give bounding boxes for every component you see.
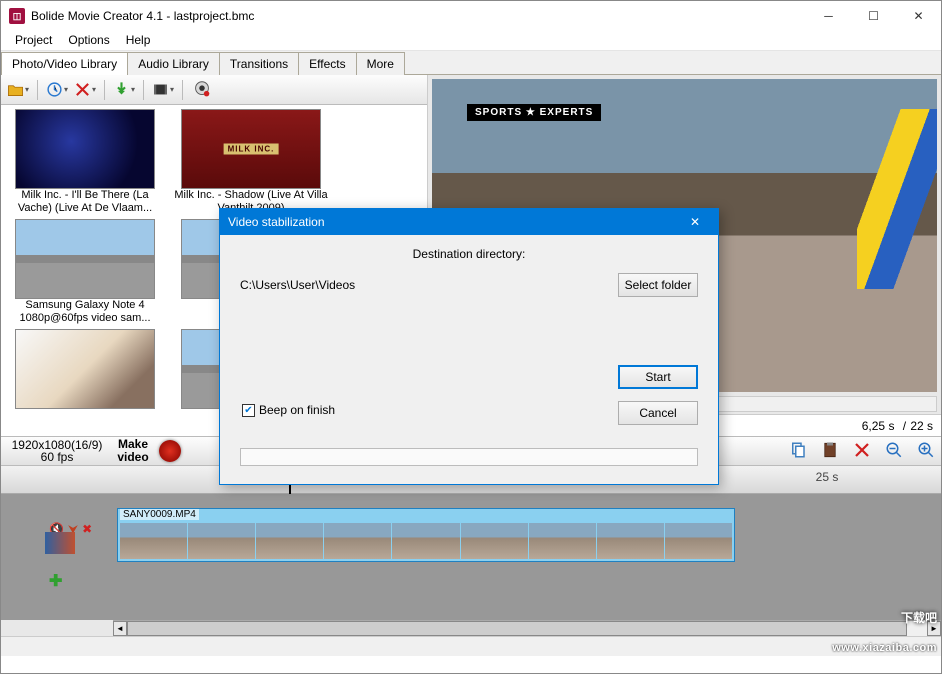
thumbnail-image — [15, 219, 155, 299]
thumbnail-image — [15, 109, 155, 189]
menu-bar: Project Options Help — [1, 31, 941, 51]
timeline: 5 s 10 s 15 s 20 s 25 s 🔇 ⮟ ✖ SANY0009.M… — [1, 466, 941, 636]
window-controls: ─ ☐ ✕ — [806, 1, 941, 31]
checkbox-icon: ✔ — [242, 404, 255, 417]
tab-effects[interactable]: Effects — [298, 52, 356, 75]
add-media-button[interactable] — [7, 79, 29, 101]
close-button[interactable]: ✕ — [896, 1, 941, 31]
start-button[interactable]: Start — [618, 365, 698, 389]
library-item[interactable] — [5, 329, 165, 409]
menu-project[interactable]: Project — [7, 31, 60, 50]
select-folder-button[interactable]: Select folder — [618, 273, 698, 297]
current-time: 6,25 s — [862, 419, 895, 433]
library-item[interactable]: Samsung Galaxy Note 4 1080p@60fps video … — [5, 219, 165, 327]
timeline-tools — [789, 441, 935, 462]
watermark: 下载吧 www.xiazaiba.com — [832, 595, 937, 663]
paste-button[interactable] — [821, 441, 839, 462]
add-track-row: ✚ — [1, 570, 941, 592]
thumbnail-image — [15, 329, 155, 409]
destination-path: C:\Users\User\Videos — [240, 278, 618, 292]
progress-bar — [240, 448, 698, 466]
separator — [182, 80, 183, 100]
tab-transitions[interactable]: Transitions — [219, 52, 299, 75]
beep-label: Beep on finish — [259, 403, 335, 417]
make-video-button[interactable]: Make video — [107, 438, 159, 464]
copy-button[interactable] — [789, 441, 807, 462]
beep-checkbox[interactable]: ✔ Beep on finish — [242, 403, 335, 417]
dialog-close-button[interactable]: ✕ — [680, 215, 710, 229]
timeline-scrollbar[interactable]: ◄ ► — [113, 620, 941, 636]
download-button[interactable] — [113, 79, 135, 101]
tab-audio[interactable]: Audio Library — [127, 52, 220, 75]
library-toolbar — [1, 75, 427, 105]
video-track: 🔇 ⮟ ✖ SANY0009.MP4 — [1, 500, 941, 558]
status-bar — [1, 636, 941, 656]
menu-options[interactable]: Options — [60, 31, 117, 50]
scroll-left-button[interactable]: ◄ — [113, 621, 127, 636]
timeline-body[interactable]: 🔇 ⮟ ✖ SANY0009.MP4 ✚ — [1, 494, 941, 620]
maximize-button[interactable]: ☐ — [851, 1, 896, 31]
dialog-titlebar[interactable]: Video stabilization ✕ — [220, 209, 718, 235]
window-titlebar: ◫ Bolide Movie Creator 4.1 - lastproject… — [1, 1, 941, 31]
window-title: Bolide Movie Creator 4.1 - lastproject.b… — [31, 9, 254, 23]
zoom-out-button[interactable] — [885, 441, 903, 462]
separator — [104, 80, 105, 100]
separator — [143, 80, 144, 100]
project-resolution: 1920x1080(16/9) 60 fps — [7, 439, 107, 463]
total-time: 22 s — [910, 419, 933, 433]
remove-track-icon[interactable]: ✖ — [82, 522, 92, 536]
recent-button[interactable] — [46, 79, 68, 101]
library-item[interactable]: Milk Inc. - Shadow (Live At Villa Vanthi… — [171, 109, 331, 217]
zoom-in-button[interactable] — [917, 441, 935, 462]
library-item[interactable]: Milk Inc. - I'll Be There (La Vache) (Li… — [5, 109, 165, 217]
video-stabilization-dialog: Video stabilization ✕ Destination direct… — [219, 208, 719, 485]
library-tabs: Photo/Video Library Audio Library Transi… — [1, 51, 941, 75]
delete-button[interactable] — [74, 79, 96, 101]
delete-timeline-button[interactable] — [853, 441, 871, 462]
thumbnail-caption: Milk Inc. - I'll Be There (La Vache) (Li… — [5, 189, 165, 217]
webcam-button[interactable] — [191, 79, 213, 101]
thumbnail-caption: Samsung Galaxy Note 4 1080p@60fps video … — [5, 299, 165, 327]
track-type-icon — [45, 532, 75, 554]
menu-help[interactable]: Help — [118, 31, 159, 50]
film-button[interactable] — [152, 79, 174, 101]
tab-more[interactable]: More — [356, 52, 405, 75]
destination-label: Destination directory: — [240, 247, 698, 261]
dialog-title: Video stabilization — [228, 215, 325, 229]
clip-frames — [120, 523, 732, 559]
add-track-button[interactable]: ✚ — [49, 571, 62, 591]
separator — [37, 80, 38, 100]
record-button[interactable] — [159, 440, 181, 462]
app-icon: ◫ — [9, 8, 25, 24]
cancel-button[interactable]: Cancel — [618, 401, 698, 425]
clip-label: SANY0009.MP4 — [120, 509, 199, 520]
minimize-button[interactable]: ─ — [806, 1, 851, 31]
timeline-clip[interactable]: SANY0009.MP4 — [117, 508, 735, 562]
thumbnail-image — [181, 109, 321, 189]
tab-photo-video[interactable]: Photo/Video Library — [1, 52, 128, 75]
